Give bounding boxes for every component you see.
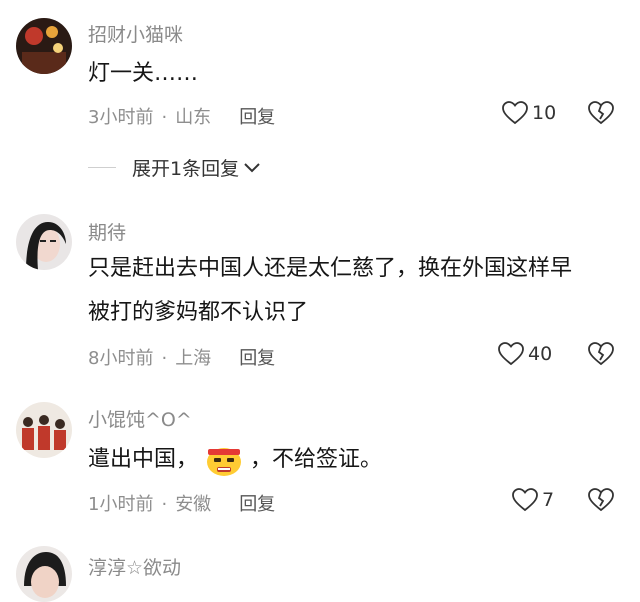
comment-text: 只是赶出去中国人还是太仁慈了，换在外国这样早 被打的爹妈都不认识了	[88, 249, 616, 333]
reply-button[interactable]: 回复	[239, 494, 275, 515]
like-count: 40	[528, 343, 553, 365]
username[interactable]: 招财小猫咪	[88, 20, 183, 47]
chevron-down-icon	[244, 162, 260, 172]
comment-meta: 3小时前 · 山东 回复	[88, 103, 275, 129]
comment-text-part: 遣出中国，	[88, 447, 199, 472]
heart-icon	[512, 488, 538, 512]
dislike-button[interactable]	[588, 488, 614, 516]
timestamp: 3小时前	[88, 107, 154, 128]
comment-text-part: ，不给签证。	[250, 447, 383, 472]
timestamp: 1小时前	[88, 494, 154, 515]
reply-button[interactable]: 回复	[239, 348, 275, 369]
location: 上海	[175, 348, 212, 369]
comment-text: 灯一关……	[88, 61, 199, 86]
like-button[interactable]: 7	[512, 488, 554, 512]
location: 山东	[175, 107, 212, 128]
username[interactable]: 淳淳☆欲动	[88, 553, 181, 580]
dislike-button[interactable]	[588, 101, 614, 129]
username[interactable]: 期待	[88, 218, 126, 245]
expand-replies-label: 展开1条回复	[132, 158, 240, 180]
divider	[88, 167, 116, 168]
avatar[interactable]	[16, 214, 72, 270]
like-count: 7	[542, 489, 555, 511]
like-button[interactable]: 10	[502, 101, 556, 125]
timestamp: 8小时前	[88, 348, 154, 369]
comment-meta: 8小时前 · 上海 回复	[88, 344, 275, 370]
separator: ·	[161, 107, 168, 128]
location: 安徽	[175, 494, 212, 515]
dislike-button[interactable]	[588, 342, 614, 370]
avatar[interactable]	[16, 546, 72, 602]
separator: ·	[161, 348, 168, 369]
broken-heart-icon	[588, 342, 614, 366]
separator: ·	[161, 494, 168, 515]
username[interactable]: 小馄饨^O^	[88, 405, 192, 432]
comment-text-line: 只是赶出去中国人还是太仁慈了，换在外国这样早	[88, 256, 573, 281]
angry-emoji-icon	[204, 443, 244, 477]
expand-replies-button[interactable]: 展开1条回复	[88, 154, 261, 181]
heart-icon	[498, 342, 524, 366]
avatar[interactable]	[16, 18, 72, 74]
broken-heart-icon	[588, 101, 614, 125]
comment-text-line: 被打的爹妈都不认识了	[88, 300, 309, 325]
comment-meta: 1小时前 · 安徽 回复	[88, 490, 275, 516]
reply-button[interactable]: 回复	[239, 107, 275, 128]
avatar[interactable]	[16, 402, 72, 458]
comment-text: 遣出中国， ，不给签证。	[88, 440, 616, 480]
heart-icon	[502, 101, 528, 125]
like-button[interactable]: 40	[498, 342, 552, 366]
like-count: 10	[532, 102, 557, 124]
broken-heart-icon	[588, 488, 614, 512]
